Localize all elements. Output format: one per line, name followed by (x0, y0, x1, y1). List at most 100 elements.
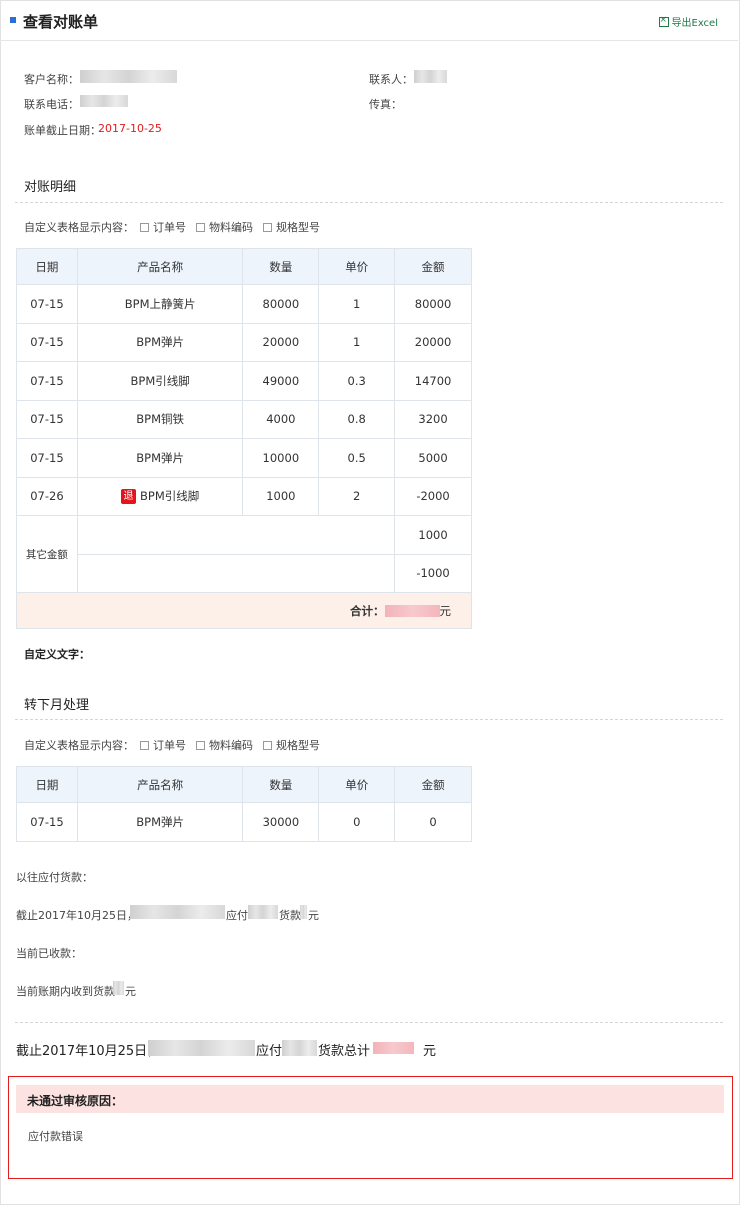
option-material-code[interactable]: 物料编码 (196, 737, 253, 753)
fax-label: 传真： (369, 98, 402, 111)
checkbox[interactable] (196, 222, 205, 232)
company-redacted (148, 1040, 255, 1056)
column-header: 产品名称 (76, 766, 244, 803)
cell-amount: 0 (394, 802, 472, 842)
other-amount-blank (76, 515, 396, 555)
cell-price: 0.5 (318, 438, 396, 478)
checkbox[interactable] (140, 740, 149, 750)
section-divider (15, 202, 723, 203)
total-label: 合计： (350, 603, 385, 618)
title-marker (10, 17, 16, 23)
cell-product: BPM引线脚 (76, 361, 244, 401)
rejection-header: 未通过审核原因： (16, 1085, 724, 1113)
cell-quantity: 1000 (242, 476, 320, 516)
cell-date: 07-15 (16, 361, 78, 401)
cell-date: 07-15 (16, 802, 78, 842)
option-material-code[interactable]: 物料编码 (196, 219, 253, 235)
total-payables-prefix: 截止2017年10月25日， (16, 1044, 161, 1059)
total-payables-mid: 应付 (256, 1044, 283, 1059)
deadline-label: 账单截止日期： (24, 124, 101, 137)
export-excel-button[interactable]: 导出Excel (658, 14, 719, 29)
next-month-section-title: 转下月处理 (24, 698, 90, 713)
page-header: 查看对账单 导出Excel (0, 0, 738, 41)
payables-line-prefix: 截止2017年10月25日， (16, 909, 138, 922)
section-divider (15, 719, 723, 720)
option-spec-model[interactable]: 规格型号 (263, 737, 320, 753)
total-payables-mid2: 货款总计 (318, 1044, 371, 1059)
cell-price: 1 (318, 284, 396, 324)
detail-custom-columns: 自定义表格显示内容： 订单号 物料编码 规格型号 (24, 219, 320, 235)
total-row: 合计： 元 (16, 592, 472, 629)
cell-amount: 5000 (394, 438, 472, 478)
other-amount-value: -1000 (394, 553, 472, 593)
cell-date: 07-26 (16, 476, 78, 516)
contact-redacted (414, 70, 447, 83)
amount-redacted (300, 905, 307, 919)
column-header: 单价 (318, 248, 396, 285)
table-row: 07-15 BPM弹片 20000 1 20000 (16, 322, 472, 362)
cell-quantity: 49000 (242, 361, 320, 401)
phone-redacted (80, 95, 128, 107)
checkbox[interactable] (196, 740, 205, 750)
option-spec-model[interactable]: 规格型号 (263, 219, 320, 235)
column-header: 金额 (394, 766, 472, 803)
cell-price: 2 (318, 476, 396, 516)
export-excel-label: 导出Excel (671, 18, 719, 29)
customer-label: 客户名称： (24, 73, 79, 86)
rejection-panel: 未通过审核原因： 应付款错误 (8, 1076, 733, 1179)
page-title: 查看对账单 (23, 13, 99, 31)
received-amount-redacted (113, 981, 124, 995)
cell-quantity: 80000 (242, 284, 320, 324)
cell-price: 0.3 (318, 361, 396, 401)
checkbox[interactable] (263, 740, 272, 750)
payables-line-unit: 元 (308, 909, 319, 922)
option-order-no[interactable]: 订单号 (140, 737, 186, 753)
cell-quantity: 10000 (242, 438, 320, 478)
total-payables-amount-redacted (373, 1042, 414, 1054)
option-label: 物料编码 (209, 221, 253, 234)
other-amount-value: 1000 (394, 515, 472, 555)
column-header: 产品名称 (76, 248, 244, 285)
total-cell: 合计： 元 (16, 592, 472, 629)
custom-columns-label: 自定义表格显示内容： (24, 221, 134, 234)
table-row: 07-15 BPM弹片 30000 0 0 (16, 802, 472, 842)
other-amount-row: 其它金额 1000 (16, 515, 472, 593)
cell-product: BPM弹片 (76, 322, 244, 362)
supplier-redacted (248, 905, 278, 919)
detail-table: 日期 产品名称 数量 单价 金额 07-15 BPM上静簧片 80000 1 8… (16, 248, 472, 629)
option-order-no[interactable]: 订单号 (140, 219, 186, 235)
cell-date: 07-15 (16, 438, 78, 478)
column-header: 日期 (16, 248, 78, 285)
cell-quantity: 20000 (242, 322, 320, 362)
option-label: 规格型号 (276, 739, 320, 752)
deadline-value: 2017-10-25 (98, 122, 162, 135)
return-badge: 退 (121, 489, 136, 505)
cell-product: 退 BPM引线脚 (76, 476, 244, 516)
table-row: 07-15 BPM引线脚 49000 0.3 14700 (16, 361, 472, 401)
checkbox[interactable] (263, 222, 272, 232)
rejection-reason: 应付款错误 (28, 1130, 83, 1143)
supplier-redacted (282, 1040, 317, 1056)
other-amount-blank (76, 553, 396, 593)
option-label: 规格型号 (276, 221, 320, 234)
next-month-custom-columns: 自定义表格显示内容： 订单号 物料编码 规格型号 (24, 737, 320, 753)
other-amount-label: 其它金额 (16, 515, 78, 593)
received-line-unit: 元 (125, 985, 136, 998)
custom-columns-label: 自定义表格显示内容： (24, 739, 134, 752)
table-header-row: 日期 产品名称 数量 单价 金额 (16, 248, 472, 285)
detail-section-title: 对账明细 (24, 180, 77, 195)
customer-name-redacted (80, 70, 177, 83)
cell-product: BPM弹片 (76, 438, 244, 478)
payables-line-mid: 应付 (226, 909, 248, 922)
column-header: 单价 (318, 766, 396, 803)
column-header: 金额 (394, 248, 472, 285)
column-header: 数量 (242, 766, 320, 803)
other-amount-row: -1000 (17, 553, 472, 593)
cell-price: 0 (318, 802, 396, 842)
column-header: 数量 (242, 248, 320, 285)
checkbox[interactable] (140, 222, 149, 232)
cell-amount: 80000 (394, 284, 472, 324)
cell-product: BPM上静簧片 (76, 284, 244, 324)
company-redacted (130, 905, 225, 919)
option-label: 订单号 (153, 739, 186, 752)
